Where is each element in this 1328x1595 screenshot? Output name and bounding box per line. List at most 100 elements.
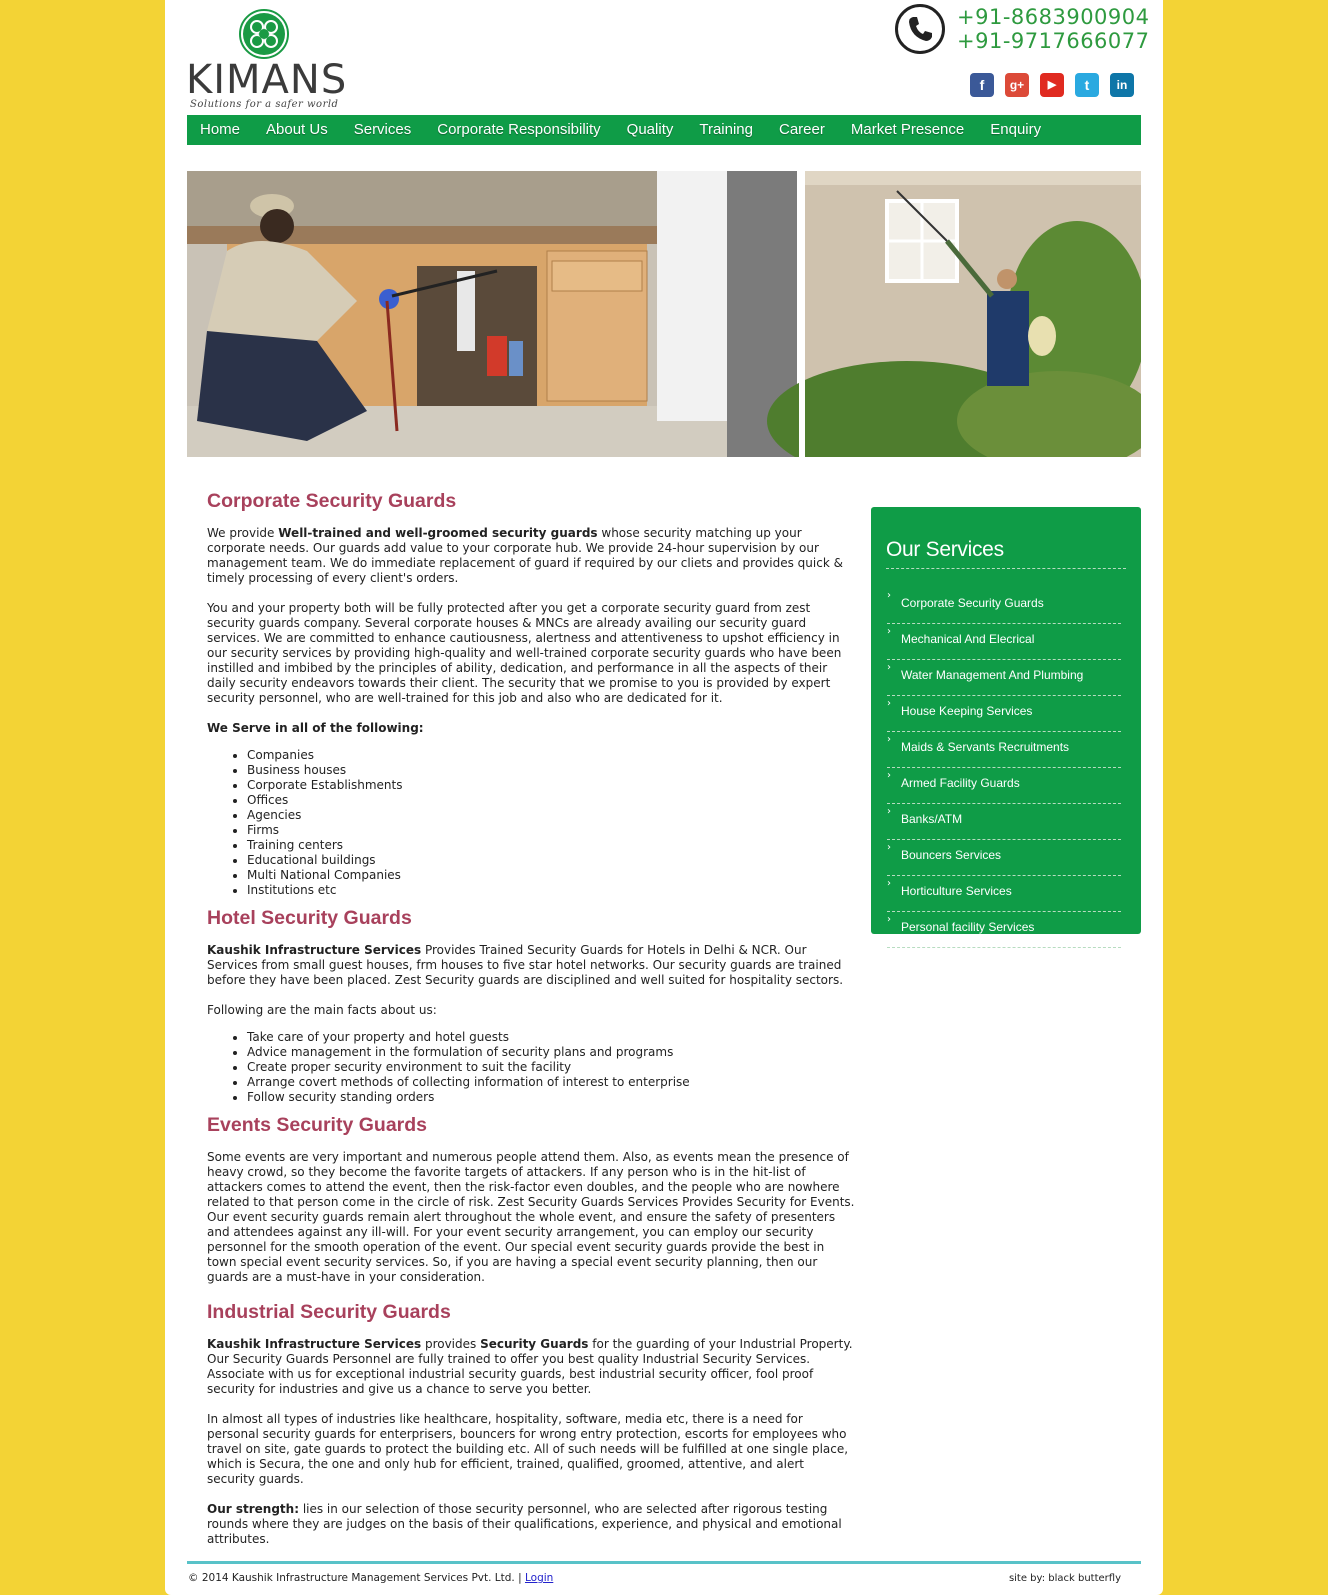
nav-market-presence[interactable]: Market Presence — [838, 115, 977, 145]
industrial-paragraph-1: Kaushik Infrastructure Services provides… — [207, 1337, 855, 1397]
list-item: Firms — [247, 823, 855, 838]
nav-services[interactable]: Services — [341, 115, 425, 145]
chevron-right-icon: › — [887, 626, 891, 637]
industrial-paragraph-2: In almost all types of industries like h… — [207, 1412, 849, 1486]
heading-corporate-security-guards: Corporate Security Guards — [207, 490, 457, 512]
nav-training[interactable]: Training — [686, 115, 766, 145]
sidebar-item-mechanical-and-elecrical[interactable]: › Mechanical And Elecrical — [887, 624, 1121, 660]
sidebar-item-label[interactable]: Banks/ATM — [901, 812, 962, 826]
sidebar-title: Our Services — [886, 538, 1004, 561]
services-sidebar: Our Services › Corporate Security Guards … — [871, 507, 1141, 948]
sidebar-item-house-keeping[interactable]: › House Keeping Services — [887, 696, 1121, 732]
sidebar-item-label[interactable]: Mechanical And Elecrical — [901, 632, 1034, 646]
list-item: Arrange covert methods of collecting inf… — [247, 1075, 855, 1090]
sidebar-item-maids-servants[interactable]: › Maids & Servants Recruitments — [887, 732, 1121, 768]
list-item: Corporate Establishments — [247, 778, 855, 793]
nav-corporate-responsibility[interactable]: Corporate Responsibility — [424, 115, 613, 145]
chevron-right-icon: › — [887, 878, 891, 889]
phone-number-2[interactable]: +91-9717666077 — [957, 29, 1150, 53]
sidebar-item-label[interactable]: Bouncers Services — [901, 848, 1001, 862]
industrial-p3-bold: Our strength: — [207, 1502, 299, 1516]
heading-events-security-guards: Events Security Guards — [207, 1114, 428, 1136]
serve-list: Companies Business houses Corporate Esta… — [207, 748, 855, 898]
sidebar-item-armed-facility-guards[interactable]: › Armed Facility Guards — [887, 768, 1121, 804]
industrial-p1-mid: provides — [421, 1337, 481, 1351]
list-item: Advice management in the formulation of … — [247, 1045, 855, 1060]
list-item: Take care of your property and hotel gue… — [247, 1030, 855, 1045]
footer-copyright: © 2014 Kaushik Infrastructure Management… — [188, 1572, 553, 1584]
heading-industrial-security-guards: Industrial Security Guards — [207, 1301, 451, 1323]
sidebar-item-water-management[interactable]: › Water Management And Plumbing — [887, 660, 1121, 696]
list-item: Institutions etc — [247, 883, 855, 898]
nav-about-us[interactable]: About Us — [253, 115, 341, 145]
sidebar-item-label[interactable]: Maids & Servants Recruitments — [901, 740, 1069, 754]
facebook-icon[interactable]: f — [970, 73, 994, 97]
events-paragraph-1: Some events are very important and numer… — [207, 1150, 855, 1284]
hotel-facts-heading: Following are the main facts about us: — [207, 1003, 437, 1017]
sidebar-item-label[interactable]: Corporate Security Guards — [901, 596, 1044, 610]
nav-enquiry[interactable]: Enquiry — [977, 115, 1054, 145]
list-item: Follow security standing orders — [247, 1090, 855, 1105]
phone-number-1[interactable]: +91-8683900904 — [957, 5, 1150, 29]
chevron-right-icon: › — [887, 914, 891, 925]
hotel-p1-bold: Kaushik Infrastructure Services — [207, 943, 422, 957]
sidebar-item-label[interactable]: Personal facility Services — [901, 920, 1034, 934]
industrial-p1-bold1: Kaushik Infrastructure Services — [207, 1337, 422, 1351]
logo-tagline: Solutions for a safer world — [190, 99, 339, 110]
industrial-p1-bold2: Security Guards — [480, 1337, 589, 1351]
hero-banner-image — [187, 171, 1141, 457]
hero-banner — [187, 171, 1141, 457]
login-link[interactable]: Login — [525, 1572, 553, 1584]
chevron-right-icon: › — [887, 698, 891, 709]
sidebar-item-corporate-security-guards[interactable]: › Corporate Security Guards — [887, 588, 1121, 624]
corporate-p1-bold: Well-trained and well-groomed security g… — [278, 526, 598, 540]
list-item: Educational buildings — [247, 853, 855, 868]
main-content: Corporate Security Guards We provide Wel… — [207, 489, 855, 1562]
sidebar-item-horticulture-services[interactable]: › Horticulture Services — [887, 876, 1121, 912]
list-item: Business houses — [247, 763, 855, 778]
social-links: f g+ ▶ t in — [970, 73, 1134, 97]
industrial-p3-post: lies in our selection of those security … — [207, 1502, 842, 1546]
site-credit[interactable]: site by: black butterfly — [1009, 1573, 1121, 1584]
list-item: Agencies — [247, 808, 855, 823]
corporate-paragraph-1: We provide Well-trained and well-groomed… — [207, 526, 855, 586]
google-plus-icon[interactable]: g+ — [1005, 73, 1029, 97]
nav-quality[interactable]: Quality — [614, 115, 687, 145]
phone-icon — [895, 4, 945, 54]
sidebar-item-label[interactable]: Water Management And Plumbing — [901, 668, 1083, 682]
sidebar-item-personal-facility-services[interactable]: › Personal facility Services — [887, 912, 1121, 948]
twitter-icon[interactable]: t — [1075, 73, 1099, 97]
page-container: KIMANS Solutions for a safer world +91-8… — [165, 0, 1163, 1595]
chevron-right-icon: › — [887, 662, 891, 673]
sidebar-item-label[interactable]: House Keeping Services — [901, 704, 1032, 718]
logo-wordmark: KIMANS — [186, 57, 348, 103]
hotel-facts-list: Take care of your property and hotel gue… — [207, 1030, 855, 1105]
hotel-paragraph-1: Kaushik Infrastructure Services Provides… — [207, 943, 855, 988]
phone-numbers: +91-8683900904 +91-9717666077 — [957, 5, 1150, 53]
sidebar-item-bouncers-services[interactable]: › Bouncers Services — [887, 840, 1121, 876]
copyright-text: © 2014 Kaushik Infrastructure Management… — [188, 1572, 525, 1584]
chevron-right-icon: › — [887, 590, 891, 601]
nav-career[interactable]: Career — [766, 115, 838, 145]
list-item: Create proper security environment to su… — [247, 1060, 855, 1075]
chevron-right-icon: › — [887, 842, 891, 853]
logo[interactable]: KIMANS Solutions for a safer world — [186, 4, 346, 110]
nav-home[interactable]: Home — [187, 115, 253, 145]
corporate-paragraph-2: You and your property both will be fully… — [207, 601, 842, 705]
chevron-right-icon: › — [887, 770, 891, 781]
main-nav: Home About Us Services Corporate Respons… — [187, 115, 1141, 145]
chevron-right-icon: › — [887, 806, 891, 817]
sidebar-divider — [886, 568, 1126, 569]
linkedin-icon[interactable]: in — [1110, 73, 1134, 97]
youtube-icon[interactable]: ▶ — [1040, 73, 1064, 97]
footer-divider — [187, 1561, 1141, 1564]
corporate-p1-pre: We provide — [207, 526, 279, 540]
sidebar-item-label[interactable]: Horticulture Services — [901, 884, 1012, 898]
clover-logo-icon — [239, 9, 289, 59]
sidebar-item-banks-atm[interactable]: › Banks/ATM — [887, 804, 1121, 840]
sidebar-item-label[interactable]: Armed Facility Guards — [901, 776, 1020, 790]
list-item: Multi National Companies — [247, 868, 855, 883]
industrial-paragraph-3: Our strength: lies in our selection of t… — [207, 1502, 855, 1547]
sidebar-list: › Corporate Security Guards › Mechanical A… — [887, 588, 1121, 948]
serve-heading: We Serve in all of the following: — [207, 721, 424, 735]
